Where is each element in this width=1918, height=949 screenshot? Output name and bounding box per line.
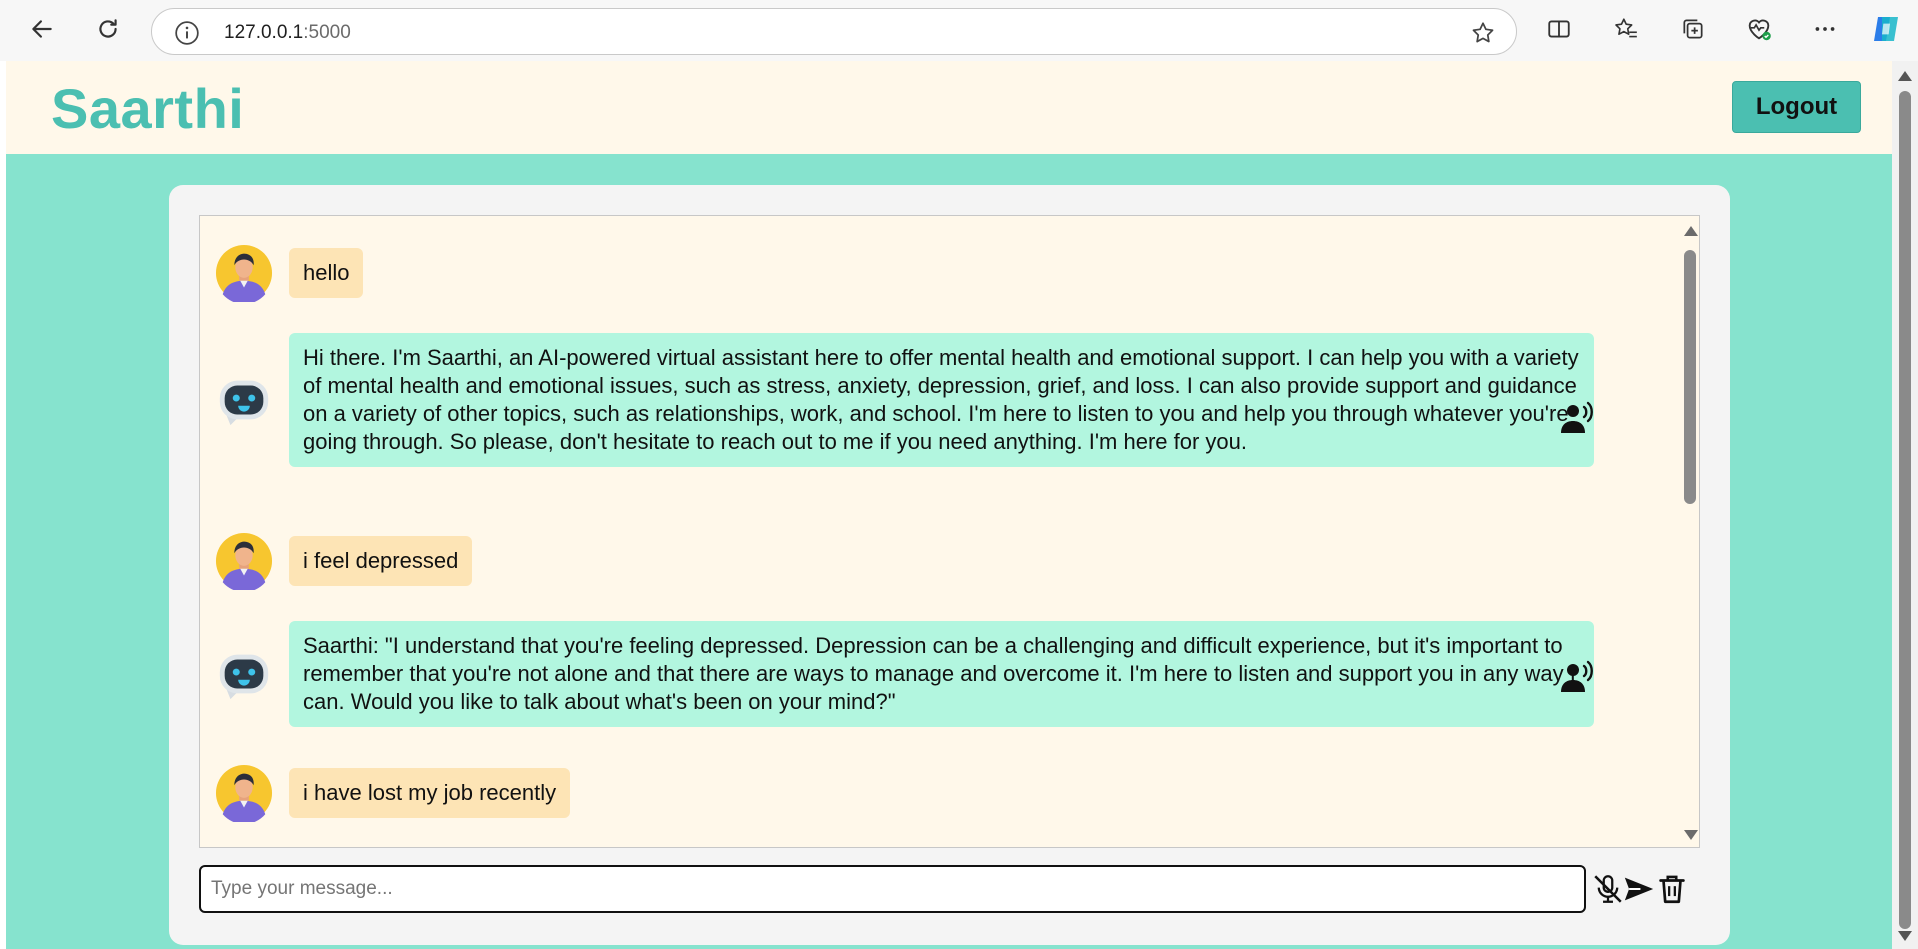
chat-scrollbar[interactable] — [1681, 224, 1699, 842]
app-title: Saarthi — [51, 77, 245, 140]
chat-card: hello Hi there. I'm Saarthi, an AI-power… — [169, 185, 1730, 945]
text-to-speech-icon[interactable] — [1558, 399, 1598, 439]
copilot-button[interactable] — [1870, 13, 1902, 45]
ellipsis-icon — [1815, 27, 1835, 31]
split-screen-button[interactable] — [1543, 13, 1575, 45]
split-screen-icon — [1548, 20, 1570, 38]
more-options-button[interactable] — [1809, 13, 1841, 45]
app-header: Saarthi Logout — [6, 61, 1892, 154]
back-button[interactable] — [26, 13, 58, 45]
scroll-up-arrow-icon[interactable] — [1684, 226, 1698, 236]
message-input[interactable] — [199, 865, 1586, 913]
url-text: 127.0.0.1:5000 — [224, 22, 351, 44]
logout-button[interactable]: Logout — [1732, 81, 1861, 133]
copilot-icon — [1874, 17, 1898, 41]
browser-essentials-button[interactable] — [1743, 13, 1775, 45]
robot-avatar-icon — [219, 380, 269, 426]
clear-chat-button[interactable] — [1652, 869, 1692, 909]
address-bar[interactable]: 127.0.0.1:5000 — [151, 8, 1517, 55]
app-page: Saarthi Logout hello Hi there. I'm Saart… — [6, 61, 1892, 949]
message-text: Saarthi: "I understand that you're feeli… — [289, 621, 1594, 727]
reload-button[interactable] — [92, 13, 124, 45]
favorite-star-icon[interactable] — [1470, 20, 1496, 46]
message-user: i feel depressed — [215, 532, 473, 590]
trash-icon — [1659, 875, 1685, 904]
heart-pulse-icon — [1748, 19, 1771, 41]
page-scroll-down-arrow-icon[interactable] — [1898, 931, 1912, 941]
message-user: hello — [215, 244, 364, 302]
message-user: i have lost my job recently — [215, 764, 571, 822]
message-text: i feel depressed — [289, 536, 473, 586]
send-icon — [1624, 877, 1654, 901]
url-port: :5000 — [303, 22, 351, 43]
message-bot: Hi there. I'm Saarthi, an AI-powered vir… — [215, 333, 1594, 467]
scroll-down-arrow-icon[interactable] — [1684, 830, 1698, 840]
message-text: Hi there. I'm Saarthi, an AI-powered vir… — [289, 333, 1594, 467]
chat-log[interactable]: hello Hi there. I'm Saarthi, an AI-power… — [199, 215, 1700, 848]
message-bot: Saarthi: "I understand that you're feeli… — [215, 621, 1594, 727]
site-info-icon[interactable] — [174, 20, 200, 46]
robot-avatar-icon — [219, 654, 269, 700]
message-text: i have lost my job recently — [289, 768, 571, 818]
favorites-icon — [1615, 18, 1637, 38]
favorites-button[interactable] — [1610, 13, 1642, 45]
user-avatar-icon — [215, 244, 273, 302]
browser-toolbar: 127.0.0.1:5000 — [0, 0, 1918, 61]
page-scroll-thumb[interactable] — [1899, 91, 1911, 929]
user-avatar-icon — [215, 532, 273, 590]
reload-icon — [99, 19, 117, 38]
page-scroll-up-arrow-icon[interactable] — [1898, 71, 1912, 81]
scroll-thumb[interactable] — [1684, 250, 1696, 504]
page-scrollbar[interactable] — [1892, 61, 1918, 949]
user-avatar-icon — [215, 764, 273, 822]
text-to-speech-icon[interactable] — [1558, 658, 1598, 698]
collections-button[interactable] — [1677, 13, 1709, 45]
collections-icon — [1683, 19, 1703, 39]
url-host: 127.0.0.1 — [224, 22, 304, 43]
back-arrow-icon — [32, 20, 52, 38]
message-text: hello — [289, 248, 364, 298]
